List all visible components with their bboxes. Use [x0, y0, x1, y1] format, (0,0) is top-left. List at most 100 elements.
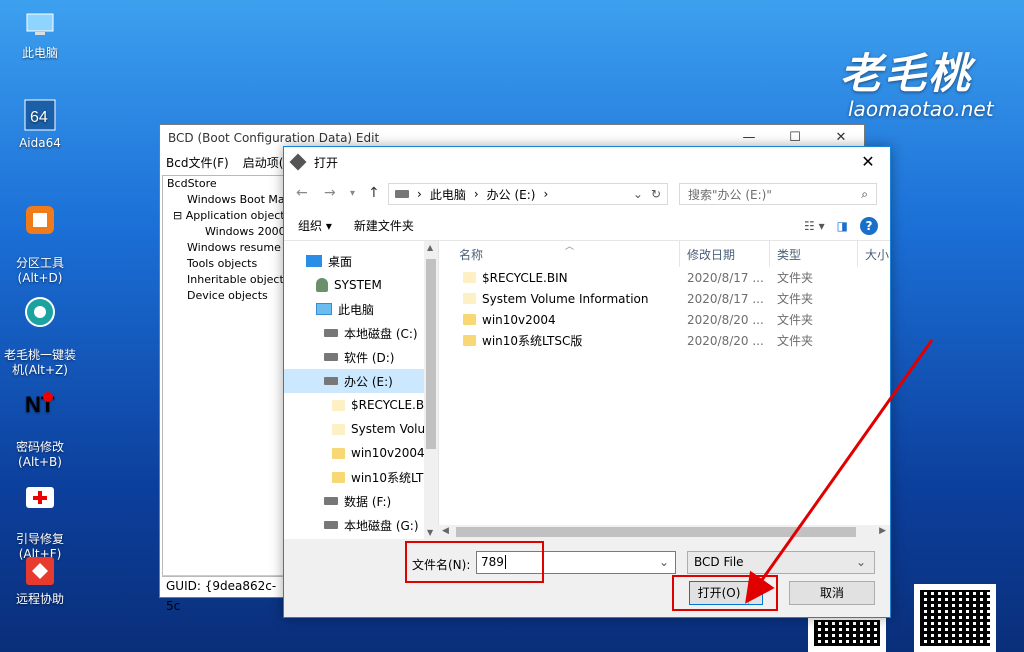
nav-item-folder[interactable]: System Volu — [284, 417, 438, 441]
nav-item-label: win10系统LT — [351, 470, 424, 485]
breadcrumb-this-pc[interactable]: 此电脑 — [430, 186, 466, 203]
drive-icon — [324, 521, 338, 529]
scrollbar-thumb[interactable] — [456, 527, 856, 537]
file-date: 2020/8/17 ... — [687, 270, 764, 285]
drive-icon — [324, 353, 338, 361]
nav-item-folder[interactable]: win10v2004 — [284, 441, 438, 465]
nav-item-label: 办公 (E:) — [344, 374, 393, 389]
desktop-icon-this-pc[interactable]: 此电脑 — [1, 8, 79, 61]
forward-icon[interactable]: → — [324, 185, 336, 201]
first-aid-icon — [22, 479, 58, 513]
tree-item[interactable]: Tools objects — [163, 256, 285, 272]
password-icon: NT — [22, 387, 58, 421]
brand-url: laomaotao.net — [848, 97, 994, 121]
tree-item[interactable]: Inheritable objects — [163, 272, 285, 288]
file-list-hscrollbar[interactable]: ◀ ▶ — [438, 525, 890, 539]
remote-assist-icon — [22, 554, 58, 588]
dialog-title-bar: 打开 ✕ — [284, 147, 890, 177]
file-row[interactable]: win10系统LTSC版 2020/8/20 ... 文件夹 — [439, 330, 890, 351]
nav-item-label: 数据 (F:) — [344, 494, 392, 509]
column-header-size[interactable]: 大小 — [865, 246, 889, 263]
scroll-right-icon[interactable]: ▶ — [879, 526, 886, 536]
refresh-icon[interactable]: ↻ — [651, 187, 661, 201]
tree-item[interactable]: Windows Boot Mana — [163, 192, 285, 208]
nav-item-folder[interactable]: $RECYCLE.BIN — [284, 393, 438, 417]
file-name: win10v2004 — [482, 312, 556, 327]
tree-item[interactable]: BcdStore — [163, 176, 285, 192]
preview-pane-icon[interactable]: ◨ — [837, 219, 848, 233]
column-header-date[interactable]: 修改日期 — [687, 246, 735, 263]
tree-item[interactable]: Device objects — [163, 288, 285, 304]
organize-button[interactable]: 组织 ▾ — [298, 217, 332, 234]
search-placeholder: 搜索"办公 (E:)" — [688, 187, 772, 202]
nav-item-drive-g[interactable]: 本地磁盘 (G:) — [284, 513, 438, 537]
tree-item[interactable]: Windows 2000/X — [163, 224, 285, 240]
scrollbar-thumb[interactable] — [426, 259, 436, 449]
menu-bcd-file[interactable]: Bcd文件(F) — [166, 154, 229, 171]
highlight-open-button — [672, 575, 778, 611]
recent-dropdown-icon[interactable]: ▾ — [350, 188, 355, 199]
menu-boot-entry[interactable]: 启动项( — [243, 154, 284, 171]
brand-title: 老毛桃 — [840, 49, 973, 98]
scroll-left-icon[interactable]: ◀ — [442, 526, 449, 536]
file-row[interactable]: System Volume Information 2020/8/17 ... … — [439, 288, 890, 309]
filetype-select[interactable]: BCD File ⌄ — [687, 551, 875, 574]
filetype-value: BCD File — [694, 555, 744, 569]
view-options-icon[interactable]: ☷ ▾ — [804, 219, 825, 233]
file-row[interactable]: $RECYCLE.BIN 2020/8/17 ... 文件夹 — [439, 267, 890, 288]
file-type: 文件夹 — [777, 313, 814, 327]
nav-item-label: 本地磁盘 (C:) — [344, 326, 418, 341]
address-bar[interactable]: › 此电脑 › 办公 (E:) › ⌄ ↻ — [388, 183, 668, 205]
nav-item-desktop[interactable]: 桌面 — [284, 249, 438, 273]
nav-item-system[interactable]: SYSTEM — [284, 273, 438, 297]
tree-item[interactable]: Windows resume obj — [163, 240, 285, 256]
bcd-title: BCD (Boot Configuration Data) Edit — [168, 131, 380, 145]
highlight-filename — [405, 541, 544, 583]
desktop-icon-remote-assist[interactable]: 远程协助 — [1, 554, 79, 607]
dialog-footer: 文件名(N): 789 ⌄ BCD File ⌄ 打开(O) ▼ 取消 — [284, 539, 890, 617]
file-type: 文件夹 — [777, 271, 814, 285]
nav-item-drive-f[interactable]: 数据 (F:) — [284, 489, 438, 513]
nav-item-this-pc[interactable]: 此电脑 — [284, 297, 438, 321]
expand-icon[interactable]: ⊟ — [173, 209, 186, 222]
help-icon[interactable]: ? — [860, 216, 878, 235]
nav-item-label: 此电脑 — [338, 302, 375, 317]
nav-item-drive-e[interactable]: 办公 (E:) — [284, 369, 438, 393]
file-date: 2020/8/20 ... — [687, 312, 764, 327]
new-folder-button[interactable]: 新建文件夹 — [354, 217, 414, 234]
up-icon[interactable]: ↑ — [368, 185, 380, 201]
column-header-name[interactable]: 名称 — [459, 246, 483, 263]
file-row[interactable]: win10v2004 2020/8/20 ... 文件夹 — [439, 309, 890, 330]
file-name: win10系统LTSC版 — [482, 334, 583, 348]
cancel-button[interactable]: 取消 — [789, 581, 875, 605]
nav-item-drive-d[interactable]: 软件 (D:) — [284, 345, 438, 369]
address-dropdown-icon[interactable]: ⌄ — [633, 187, 643, 201]
nav-item-label: win10v2004 — [351, 446, 425, 460]
file-type: 文件夹 — [777, 292, 814, 306]
nav-item-drive-c[interactable]: 本地磁盘 (C:) — [284, 321, 438, 345]
folder-icon — [463, 293, 476, 304]
bcd-tree: BcdStore Windows Boot Mana ⊟ Application… — [162, 175, 286, 577]
nav-item-folder[interactable]: win10系统LT — [284, 465, 438, 489]
sort-ascending-icon: ︿ — [565, 242, 575, 252]
scroll-up-icon[interactable]: ▲ — [427, 243, 433, 252]
file-name: $RECYCLE.BIN — [482, 270, 568, 285]
search-input[interactable]: 搜索"办公 (E:)" ⌕ — [679, 183, 877, 205]
svg-text:64: 64 — [30, 109, 48, 126]
install-icon — [22, 295, 58, 329]
tree-item[interactable]: ⊟ Application objects — [163, 208, 285, 224]
folder-icon — [463, 335, 476, 346]
scroll-down-icon[interactable]: ▼ — [427, 528, 433, 537]
drive-icon — [324, 329, 338, 337]
file-date: 2020/8/20 ... — [687, 333, 764, 348]
desktop-icon-aida64[interactable]: 64 Aida64 — [1, 98, 79, 151]
breadcrumb-office-e[interactable]: 办公 (E:) — [487, 186, 536, 203]
column-header-type[interactable]: 类型 — [777, 246, 801, 263]
filename-dropdown-icon[interactable]: ⌄ — [659, 552, 669, 573]
nav-pane-scrollbar[interactable]: ▲ ▼ — [424, 241, 438, 539]
nav-item-label: 本地磁盘 (G:) — [344, 518, 419, 533]
back-icon[interactable]: ← — [296, 185, 308, 201]
qr-code-image — [914, 584, 996, 652]
close-icon[interactable]: ✕ — [846, 147, 890, 177]
chevron-right-icon: › — [543, 187, 549, 201]
